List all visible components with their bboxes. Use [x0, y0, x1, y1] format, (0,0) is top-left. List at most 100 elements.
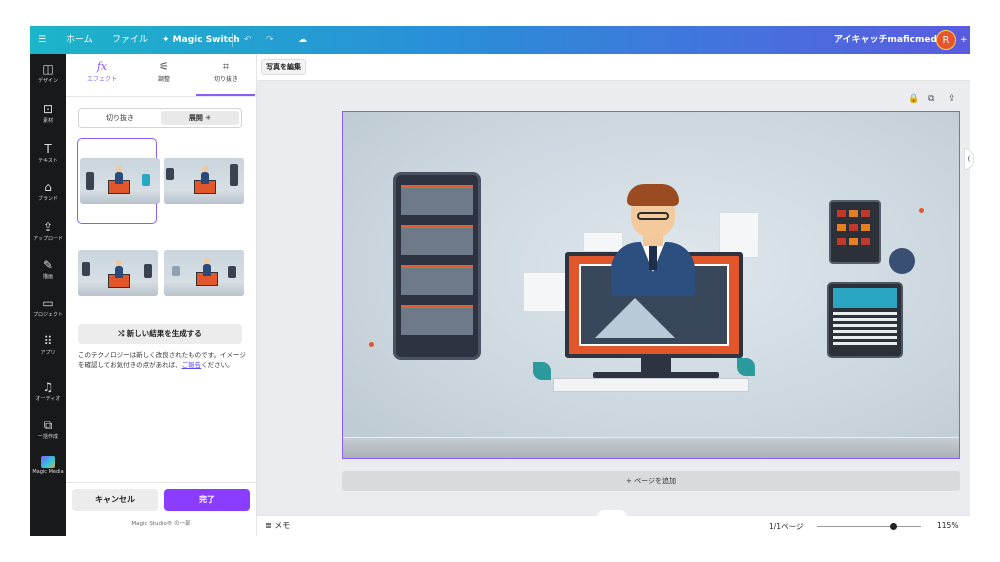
- magic-media-icon: [41, 456, 55, 468]
- file-menu[interactable]: ファイル: [112, 26, 148, 54]
- decor-dot: [919, 208, 924, 213]
- redo-icon[interactable]: ↷: [266, 26, 274, 54]
- thumb-person: [203, 264, 211, 276]
- beta-notice-tail: ください。: [201, 361, 234, 369]
- tab-adjust[interactable]: ⚟ 調整: [134, 60, 194, 83]
- collapse-panel-tab[interactable]: (: [964, 148, 974, 170]
- rail-item-uploads[interactable]: ⇪ アップロード: [30, 220, 66, 242]
- zoom-slider-knob[interactable]: [889, 523, 897, 530]
- rail-item-audio[interactable]: ♫ オーディオ: [30, 380, 66, 402]
- shapes-icon: ⊡: [42, 102, 54, 116]
- bg-document: [583, 232, 623, 252]
- tab-label: 切り抜き: [213, 76, 238, 83]
- zoom-level[interactable]: 115%: [937, 521, 958, 530]
- avatar[interactable]: R: [936, 30, 956, 50]
- illustration-businessman-scene: [523, 182, 761, 402]
- status-bar: ≣ メモ 1/1ページ 115%: [257, 510, 970, 536]
- add-page-button[interactable]: + ページを追加: [342, 471, 960, 491]
- rail-label: Magic Media: [32, 469, 64, 475]
- decor-plant: [737, 358, 755, 376]
- result-thumbnail-1[interactable]: [80, 158, 160, 204]
- tab-crop[interactable]: ⌗ 切り抜き: [196, 60, 256, 83]
- decor-dot: [369, 342, 374, 347]
- illustration-gauge: [889, 248, 915, 274]
- thumb-phone: [82, 262, 90, 276]
- segment-expand[interactable]: 展開 ✳: [161, 111, 239, 125]
- tablet-cell: [861, 238, 870, 245]
- report-link[interactable]: ご報告: [182, 361, 202, 369]
- segment-crop[interactable]: 切り抜き: [81, 111, 159, 125]
- rail-label: 描画: [42, 274, 53, 280]
- hamburger-icon[interactable]: ☰: [38, 26, 52, 54]
- undo-icon[interactable]: ↶: [244, 26, 252, 54]
- tablet-cell: [861, 210, 870, 217]
- layout-icon: ◫: [42, 62, 54, 76]
- rail-label: 一括作成: [37, 434, 58, 440]
- illustration-large-tablet: [827, 282, 903, 358]
- audio-icon: ♫: [42, 380, 54, 394]
- tab-effects[interactable]: fx エフェクト: [72, 60, 132, 83]
- edit-photo-button[interactable]: 写真を編集: [261, 59, 306, 75]
- phone-band: [401, 225, 473, 255]
- thumb-tablet: [144, 264, 152, 278]
- cloud-check-icon[interactable]: ☁: [298, 26, 307, 54]
- canva-editor-window: ☰ ホーム ファイル ✦ Magic Switch ↶ ↷ ☁ アイキャッチma…: [0, 0, 1000, 562]
- rail-item-magic-media[interactable]: Magic Media: [30, 456, 66, 475]
- magic-switch-button[interactable]: ✦ Magic Switch: [162, 26, 240, 54]
- folder-icon: ▭: [42, 296, 54, 310]
- plus-icon[interactable]: +: [960, 26, 968, 54]
- result-thumbnail-3[interactable]: [78, 250, 158, 296]
- magic-studio-caption: Magic Studio® の一部: [131, 521, 191, 527]
- edit-photo-panel: fx エフェクト ⚟ 調整 ⌗ 切り抜き 切り抜き 展開 ✳ ⤭ 新しい結果を生…: [66, 54, 257, 536]
- notes-button[interactable]: ≣ メモ: [265, 520, 290, 531]
- tablet-cell: [849, 238, 858, 245]
- person-glasses: [637, 212, 669, 220]
- thumb-phone: [86, 172, 94, 190]
- cancel-button[interactable]: キャンセル: [72, 489, 158, 511]
- thumb-head: [116, 166, 122, 172]
- share-page-icon[interactable]: ⇪: [948, 94, 956, 104]
- home-menu[interactable]: ホーム: [66, 26, 93, 54]
- decor-plant: [533, 362, 551, 380]
- result-thumbnail-4[interactable]: [164, 250, 244, 296]
- apps-icon: ⠿: [43, 334, 53, 348]
- phone-band: [401, 305, 473, 335]
- text-icon: T: [44, 142, 52, 156]
- result-thumbnail-2[interactable]: [164, 158, 244, 204]
- brand-icon: ⌂: [44, 180, 52, 194]
- rail-item-text[interactable]: T テキスト: [30, 142, 66, 164]
- rail-item-design[interactable]: ◫ デザイン: [30, 62, 66, 84]
- done-button[interactable]: 完了: [164, 489, 250, 511]
- rail-item-apps[interactable]: ⠿ アプリ: [30, 334, 66, 356]
- zoom-slider[interactable]: [817, 523, 921, 530]
- rail-item-draw[interactable]: ✎ 描画: [30, 258, 66, 280]
- rail-label: プロジェクト: [32, 312, 63, 318]
- bulk-create-icon: ⧉: [43, 418, 53, 432]
- lock-icon[interactable]: 🔒: [908, 94, 919, 104]
- thumb-person: [201, 172, 209, 184]
- rail-item-projects[interactable]: ▭ プロジェクト: [30, 296, 66, 318]
- thumb-head: [202, 166, 208, 172]
- rail-item-elements[interactable]: ⊡ 素材: [30, 102, 66, 124]
- design-title[interactable]: アイキャッチmaficmedia: [834, 26, 946, 54]
- tablet-cell: [861, 224, 870, 231]
- person-tie: [649, 246, 657, 270]
- context-toolbar: 写真を編集: [257, 54, 970, 81]
- tablet-rows: [833, 312, 897, 348]
- duplicate-page-icon[interactable]: ⧉: [928, 94, 934, 104]
- design-canvas-image[interactable]: [342, 111, 960, 459]
- tab-divider: [66, 96, 256, 97]
- screen-mountain: [595, 298, 675, 338]
- crop-expand-toggle: 切り抜き 展開 ✳: [78, 108, 242, 128]
- person-hair: [627, 184, 679, 206]
- top-bar: ☰ ホーム ファイル ✦ Magic Switch ↶ ↷ ☁ アイキャッチma…: [30, 26, 970, 54]
- rail-label: デザイン: [37, 78, 58, 84]
- page-count[interactable]: 1/1ページ: [769, 521, 803, 532]
- generate-new-results-button[interactable]: ⤭ 新しい結果を生成する: [78, 324, 242, 344]
- tablet-cell: [837, 210, 846, 217]
- rail-item-bulk-create[interactable]: ⧉ 一括作成: [30, 418, 66, 440]
- left-rail: ◫ デザイン ⊡ 素材 T テキスト ⌂ ブランド ⇪ アップロード ✎ 描画 …: [30, 54, 66, 536]
- thumb-head: [116, 260, 122, 266]
- rail-item-brand[interactable]: ⌂ ブランド: [30, 180, 66, 202]
- page-strip-handle[interactable]: [597, 510, 627, 518]
